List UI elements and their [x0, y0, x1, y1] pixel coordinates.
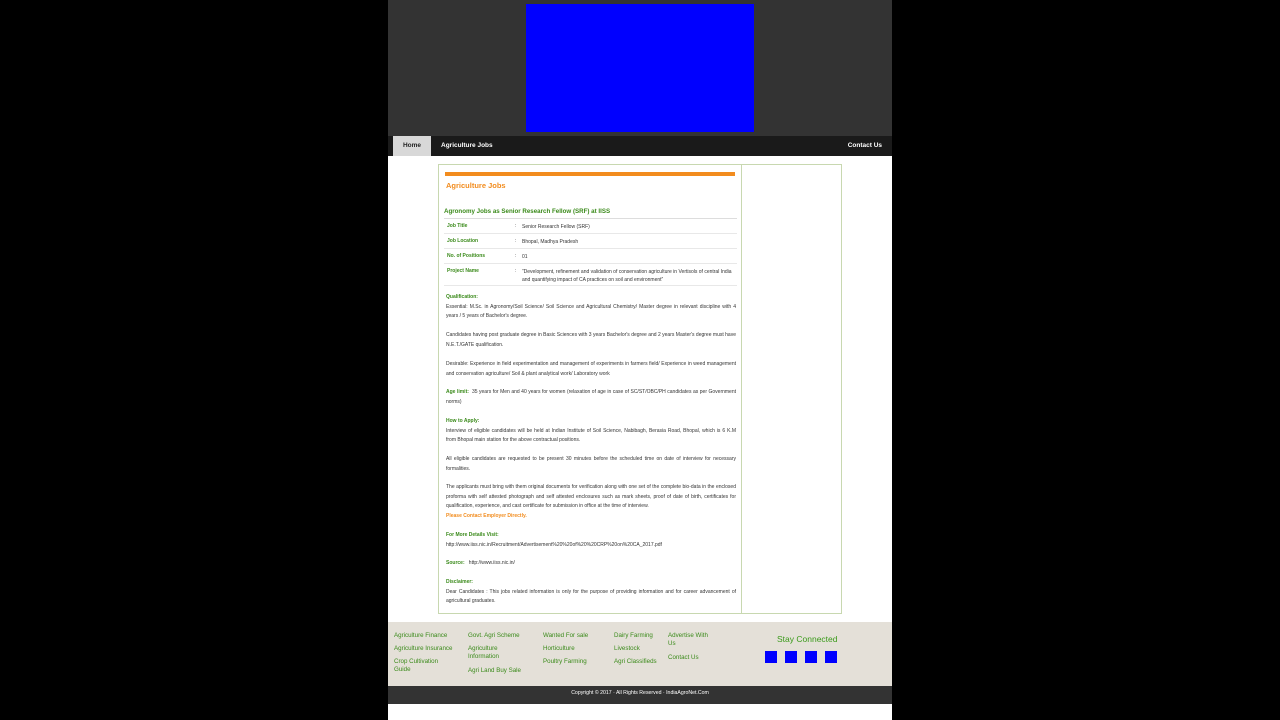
info-colon: :	[515, 253, 517, 259]
site-footer: Agriculture Finance Agriculture Insuranc…	[388, 622, 892, 686]
footer-link[interactable]: Agri Land Buy Sale	[468, 667, 521, 675]
details-url-link[interactable]: http://www.iiss.nic.in/Recruitment/Adver…	[446, 541, 736, 551]
info-row-positions: No. of Positions : 01	[444, 249, 737, 264]
job-heading: Agronomy Jobs as Senior Research Fellow …	[444, 208, 737, 219]
qualification-block: Qualification: Essential: M.Sc. in Agron…	[446, 293, 736, 322]
footer-link[interactable]: Horticulture	[543, 645, 575, 653]
qualification-candidates: Candidates having post graduate degree i…	[446, 332, 736, 348]
source-block: Source: http://www.iiss.nic.in/	[446, 559, 736, 569]
info-row-job-title: Job Title : Senior Research Fellow (SRF)	[444, 219, 737, 234]
info-colon: :	[515, 268, 517, 274]
footer-link[interactable]: Agriculture Finance	[394, 632, 447, 640]
social-icon[interactable]	[765, 651, 777, 663]
source-url-link[interactable]: http://www.iiss.nic.in/	[469, 560, 515, 566]
how-to-apply-block: How to Apply: Interview of eligible cand…	[446, 417, 736, 446]
nav-agriculture-jobs[interactable]: Agriculture Jobs	[441, 136, 493, 156]
sidebar-divider	[741, 165, 742, 613]
info-label: Job Location	[447, 238, 479, 244]
apply-note: All eligible candidates are requested to…	[446, 456, 736, 472]
social-icon[interactable]	[785, 651, 797, 663]
footer-link[interactable]: Poultry Farming	[543, 658, 587, 666]
footer-link[interactable]: Crop Cultivation Guide	[394, 658, 450, 674]
qualification-desirable: Desirable: Experience in field experimen…	[446, 361, 736, 377]
stay-connected-heading: Stay Connected	[777, 634, 838, 644]
qualification-heading: Qualification:	[446, 294, 478, 300]
info-row-job-location: Job Location : Bhopal, Madhya Pradesh	[444, 234, 737, 249]
content-area: Agriculture Jobs Agronomy Jobs as Senior…	[438, 164, 842, 614]
qualification-essential: Essential: M.Sc. in Agronomy/Soil Scienc…	[446, 303, 736, 320]
details-block: For More Details Visit: http://www.iiss.…	[446, 531, 736, 550]
footer-link[interactable]: Wanted For sale	[543, 632, 588, 640]
info-colon: :	[515, 223, 517, 229]
main-nav: Home Agriculture Jobs Contact Us	[388, 136, 892, 156]
footer-link[interactable]: Agri Classifieds	[614, 658, 657, 666]
disclaimer-heading: Disclaimer:	[446, 579, 473, 585]
info-label: Job Title	[447, 223, 468, 229]
age-limit-text: 35 years for Men and 40 years for women …	[446, 389, 737, 405]
page: Home Agriculture Jobs Contact Us Agricul…	[388, 0, 892, 720]
social-icon[interactable]	[805, 651, 817, 663]
info-row-project-name: Project Name : “Development, refinement …	[444, 264, 737, 286]
how-to-apply-text: Interview of eligible candidates will be…	[446, 427, 736, 444]
how-to-apply-heading: How to Apply:	[446, 418, 480, 424]
footer-link[interactable]: Dairy Farming	[614, 632, 653, 640]
section-title: Agriculture Jobs	[446, 181, 506, 190]
nav-contact-us[interactable]: Contact Us	[848, 136, 882, 156]
info-label: Project Name	[447, 268, 479, 274]
info-label: No. of Positions	[447, 253, 486, 259]
info-value: Bhopal, Madhya Pradesh	[522, 239, 579, 245]
site-header	[388, 0, 892, 136]
source-label: Source:	[446, 560, 465, 566]
footer-link[interactable]: Livestock	[614, 645, 640, 653]
details-heading: For More Details Visit:	[446, 532, 499, 538]
banner-image[interactable]	[526, 4, 754, 132]
disclaimer-block: Disclaimer: Dear Candidates : This jobs …	[446, 578, 736, 607]
section-bar	[445, 172, 735, 176]
footer-link[interactable]: Contact Us	[668, 654, 699, 662]
info-colon: :	[515, 238, 517, 244]
copyright-bar: Copyright © 2017 · All Rights Reserved ·…	[388, 686, 892, 704]
nav-home[interactable]: Home	[393, 136, 431, 156]
info-value: “Development, refinement and validation …	[522, 269, 732, 283]
social-icon[interactable]	[825, 651, 837, 663]
info-value: 01	[522, 254, 528, 260]
documents-text: The applicants must bring with them orig…	[446, 484, 736, 510]
footer-link[interactable]: Agriculture Information	[468, 645, 520, 661]
footer-link[interactable]: Govt. Agri Scheme	[468, 632, 520, 640]
age-limit-block: Age limit: 35 years for Men and 40 years…	[446, 388, 736, 407]
documents-block: The applicants must bring with them orig…	[446, 483, 736, 521]
info-value: Senior Research Fellow (SRF)	[522, 224, 590, 230]
disclaimer-text: Dear Candidates : This jobs related info…	[446, 588, 736, 605]
footer-link[interactable]: Advertise With Us	[668, 632, 716, 648]
contact-employer-link[interactable]: Please Contact Employer Directly.	[446, 512, 736, 522]
age-limit-label: Age limit:	[446, 389, 469, 395]
footer-link[interactable]: Agriculture Insurance	[394, 645, 452, 653]
